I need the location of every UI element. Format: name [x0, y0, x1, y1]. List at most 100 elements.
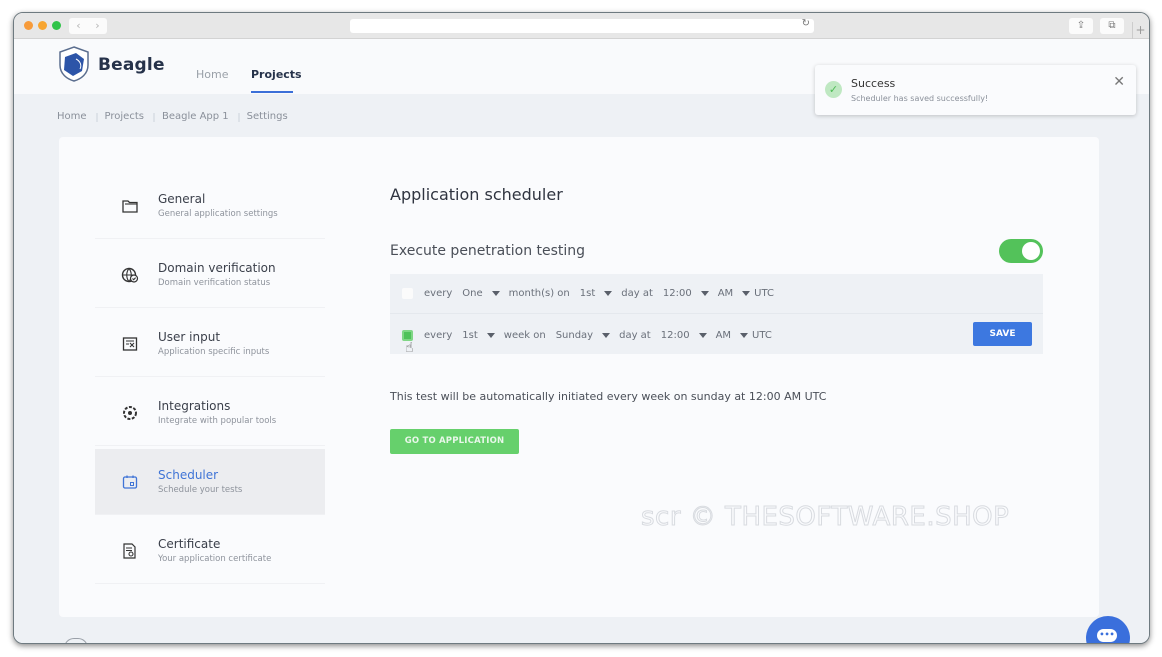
select-value: Sunday — [555, 329, 594, 341]
sidebar-item-user-input[interactable]: User input Application specific inputs — [95, 311, 325, 377]
sidebar-item-subtitle: Application specific inputs — [158, 347, 270, 357]
sidebar-item-title: Certificate — [158, 537, 221, 551]
monthly-checkbox[interactable] — [402, 288, 413, 299]
certificate-icon — [123, 543, 136, 559]
minimize-window-button[interactable] — [38, 21, 47, 30]
sidebar-item-title: Scheduler — [158, 468, 219, 482]
weekly-meridiem-select[interactable]: AM — [715, 329, 749, 341]
breadcrumb-settings: Settings — [246, 111, 288, 122]
monthly-meridiem-select[interactable]: AM — [717, 288, 751, 299]
schedule-summary: This test will be automatically initiate… — [390, 390, 827, 403]
calendar-icon — [122, 475, 138, 489]
toast-message: Scheduler has saved successfully! — [851, 94, 989, 103]
toast-title: Success — [851, 77, 896, 90]
day-at-label: day at — [619, 329, 651, 341]
select-value: 1st — [579, 288, 596, 299]
breadcrumb-app[interactable]: Beagle App 1 — [162, 111, 240, 122]
watermark: scr © THESOFTWARE.SHOP — [640, 502, 1010, 533]
select-value: AM — [715, 329, 732, 341]
sidebar-item-subtitle: Integrate with popular tools — [158, 416, 277, 426]
unit-label: month(s) on — [508, 288, 570, 299]
app: Beagle Home Projects Home Projects Beagl… — [14, 39, 1149, 643]
monthly-time-select[interactable]: 12:00 — [663, 288, 709, 299]
breadcrumb-home[interactable]: Home — [57, 111, 97, 122]
sidebar-item-title: User input — [158, 330, 221, 344]
reload-icon[interactable]: ↻ — [802, 18, 810, 29]
sidebar-item-subtitle: General application settings — [158, 209, 278, 219]
beagle-logo-icon[interactable] — [56, 45, 92, 83]
sidebar-item-subtitle: Schedule your tests — [158, 485, 243, 495]
select-value: 12:00 — [662, 288, 692, 299]
folder-icon — [122, 200, 138, 213]
weekly-checkbox[interactable] — [402, 329, 413, 341]
caret-down-icon — [604, 291, 613, 296]
caret-down-icon — [602, 332, 611, 338]
success-toast: ✓ Success Scheduler has saved successful… — [815, 65, 1136, 115]
browser-window: ‹ › ↻ ⇪ ⧉ + Beagle Home Projects Home Pr… — [13, 12, 1150, 644]
sidebar-item-title: General — [158, 192, 206, 206]
caret-down-icon — [491, 291, 500, 296]
chat-bubble-icon: ••• — [1097, 629, 1117, 642]
execute-pentest-toggle[interactable] — [999, 239, 1043, 263]
caret-down-icon — [486, 332, 495, 338]
weekly-time-select[interactable]: 12:00 — [661, 330, 707, 341]
sidebar-item-scheduler[interactable]: Scheduler Schedule your tests — [95, 449, 325, 515]
settings-card: General General application settings Dom… — [59, 137, 1099, 617]
every-label: every — [424, 329, 453, 341]
form-input-icon — [122, 337, 138, 351]
globe-check-icon — [121, 267, 139, 283]
sidebar-item-integrations[interactable]: Integrations Integrate with popular tool… — [95, 380, 325, 446]
every-label: every — [424, 288, 453, 299]
nav-home[interactable]: Home — [196, 68, 228, 81]
execute-pentest-label: Execute penetration testing — [390, 243, 586, 259]
weekly-day-select[interactable]: Sunday — [555, 329, 611, 341]
chat-button[interactable]: ••• — [1086, 616, 1130, 643]
toggle-knob — [1022, 242, 1040, 260]
monthly-day-select[interactable]: 1st — [580, 288, 613, 299]
back-icon[interactable]: ‹ — [69, 18, 88, 34]
select-value: One — [462, 288, 483, 299]
sidebar-item-certificate[interactable]: Certificate Your application certificate — [95, 518, 325, 584]
page-title: Application scheduler — [390, 185, 563, 204]
sidebar-item-title: Integrations — [158, 399, 231, 413]
settings-sidebar: General General application settings Dom… — [95, 173, 325, 587]
share-icon[interactable]: ⇪ — [1069, 18, 1093, 34]
save-button[interactable]: SAVE — [973, 322, 1032, 346]
browser-titlebar: ‹ › ↻ ⇪ ⧉ + — [14, 13, 1149, 39]
unit-label: week on — [503, 329, 546, 341]
history-nav: ‹ › — [69, 18, 107, 34]
maximize-window-button[interactable] — [52, 21, 61, 30]
schedule-options: every One month(s) on 1st day at 12:00 A… — [390, 274, 1043, 356]
schedule-row-monthly: every One month(s) on 1st day at 12:00 A… — [390, 274, 1043, 314]
new-tab-icon[interactable]: + — [1132, 22, 1148, 39]
sidebar-item-title: Domain verification — [158, 261, 276, 275]
forward-icon[interactable]: › — [88, 18, 107, 34]
schedule-row-weekly: every 1st week on Sunday day at 12:00 AM… — [390, 315, 1043, 356]
puzzle-gear-icon — [123, 406, 137, 420]
address-bar[interactable]: ↻ — [350, 18, 814, 33]
caret-down-icon — [740, 332, 749, 338]
brand-name[interactable]: Beagle — [98, 55, 165, 75]
nav-projects[interactable]: Projects — [251, 68, 302, 81]
go-to-application-button[interactable]: GO TO APPLICATION — [390, 429, 519, 454]
caret-down-icon — [698, 332, 707, 338]
tabs-icon[interactable]: ⧉ — [1100, 18, 1124, 34]
close-window-button[interactable] — [24, 21, 33, 30]
sidebar-item-subtitle: Your application certificate — [158, 554, 272, 564]
check-circle-icon: ✓ — [825, 81, 842, 98]
sidebar-item-domain-verification[interactable]: Domain verification Domain verification … — [95, 242, 325, 308]
select-value: AM — [717, 288, 734, 299]
breadcrumb: Home Projects Beagle App 1 Settings — [57, 111, 306, 122]
select-value: 12:00 — [660, 329, 690, 341]
timezone-label: UTC — [754, 288, 774, 299]
breadcrumb-projects[interactable]: Projects — [105, 111, 156, 122]
close-icon[interactable]: ✕ — [1113, 74, 1125, 90]
weekly-frequency-select[interactable]: 1st — [462, 330, 495, 341]
sidebar-item-general[interactable]: General General application settings — [95, 173, 325, 239]
day-at-label: day at — [621, 288, 653, 299]
select-value: 1st — [462, 329, 478, 341]
sidebar-item-subtitle: Domain verification status — [158, 278, 271, 288]
caret-down-icon — [742, 291, 751, 296]
monthly-frequency-select[interactable]: One — [462, 288, 500, 299]
timezone-label: UTC — [752, 329, 772, 341]
